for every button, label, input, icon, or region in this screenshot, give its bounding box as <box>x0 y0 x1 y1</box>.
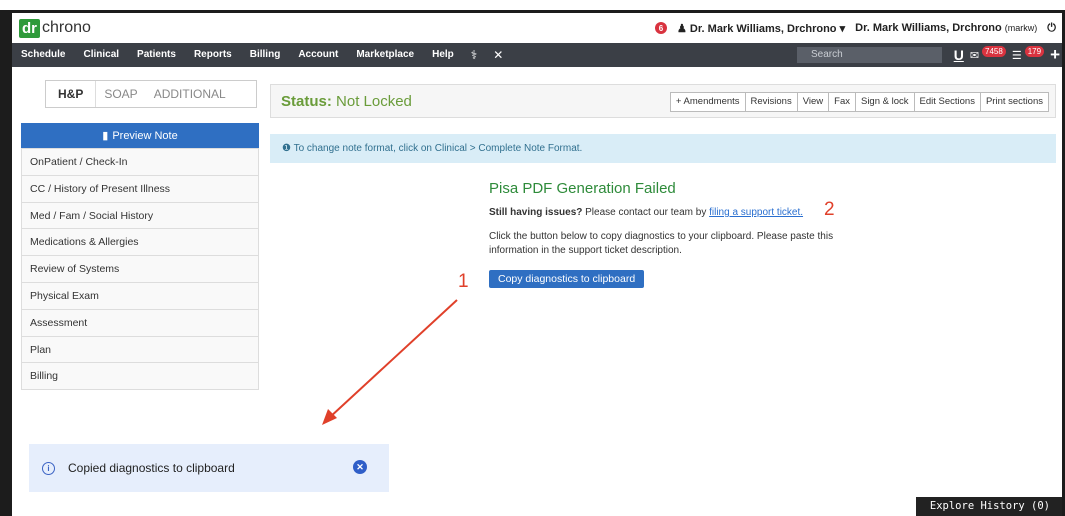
status-value: Not Locked <box>336 92 412 110</box>
nav-patients[interactable]: Patients <box>128 43 185 67</box>
section-item[interactable]: CC / History of Present Illness <box>22 174 258 202</box>
edit-sections-button[interactable]: Edit Sections <box>913 92 981 112</box>
support-text: Please contact our team by <box>582 207 710 218</box>
annotation-1: 1 <box>458 271 469 292</box>
logo-dr: dr <box>19 18 40 38</box>
note-actions: + Amendments Revisions View Fax Sign & l… <box>669 92 1049 112</box>
notification-badge[interactable]: 6 <box>654 22 667 34</box>
note-sidebar: H&P SOAP ADDITIONAL ▮ Preview Note OnPat… <box>21 80 259 391</box>
frame-left <box>0 10 12 516</box>
messages-icon[interactable]: ✉ <box>970 49 979 62</box>
section-item[interactable]: Plan <box>22 335 258 363</box>
explore-history-button[interactable]: Explore History (0) <box>916 497 1062 516</box>
info-icon: i <box>42 461 55 475</box>
section-item[interactable]: Medications & Allergies <box>22 228 258 256</box>
diagnostics-instructions: Click the button below to copy diagnosti… <box>489 231 834 256</box>
tab-soap[interactable]: SOAP <box>96 81 145 107</box>
user-menu[interactable]: ♟ Dr. Mark Williams, Drchrono ▾ <box>677 22 845 35</box>
support-ticket-link[interactable]: filing a support ticket. <box>709 207 803 218</box>
logo-chrono: chrono <box>42 19 91 36</box>
revisions-button[interactable]: Revisions <box>744 92 798 112</box>
drchrono-logo[interactable]: dr chrono <box>19 18 91 38</box>
section-item[interactable]: Assessment <box>22 308 258 336</box>
practice-name: Dr. Mark Williams, Drchrono <box>855 22 1002 34</box>
document-icon: ▮ <box>102 130 109 142</box>
info-icon: ❶ <box>282 143 291 154</box>
close-icon[interactable]: ✕ <box>353 460 367 474</box>
amendments-button[interactable]: + Amendments <box>669 92 746 112</box>
tab-hp[interactable]: H&P <box>46 81 97 107</box>
caduceus-icon[interactable]: ⚕ <box>463 48 486 62</box>
section-list: OnPatient / Check-In CC / History of Pre… <box>21 148 259 391</box>
section-item[interactable]: Billing <box>22 362 258 390</box>
user-name: Dr. Mark Williams, Drchrono <box>689 22 837 35</box>
section-item[interactable]: OnPatient / Check-In <box>22 148 258 175</box>
app-window: dr chrono 6 ♟ Dr. Mark Williams, Drchron… <box>12 13 1062 516</box>
updox-icon[interactable]: U <box>954 47 964 63</box>
close-icon[interactable]: ✕ <box>485 48 511 62</box>
fax-button[interactable]: Fax <box>828 92 856 112</box>
top-header: dr chrono 6 ♟ Dr. Mark Williams, Drchron… <box>12 13 1062 43</box>
screen-top <box>0 0 1065 10</box>
nav-reports[interactable]: Reports <box>185 43 241 67</box>
preview-note-label: Preview Note <box>112 129 178 142</box>
section-item[interactable]: Review of Systems <box>22 255 258 282</box>
power-icon[interactable]: ⏻ <box>1047 22 1056 35</box>
support-line: Still having issues? Please contact our … <box>489 207 869 218</box>
practice-switcher[interactable]: Dr. Mark Williams, Drchrono (markw) <box>855 22 1037 34</box>
nav-billing[interactable]: Billing <box>241 43 290 67</box>
preview-note-button[interactable]: ▮ Preview Note <box>21 123 259 148</box>
tasks-icon[interactable]: ☰ <box>1012 49 1022 62</box>
annotation-2: 2 <box>824 199 835 220</box>
section-item[interactable]: Med / Fam / Social History <box>22 201 258 229</box>
practice-username: (markw) <box>1004 23 1038 33</box>
nav-account[interactable]: Account <box>289 43 347 67</box>
main-nav: Schedule Clinical Patients Reports Billi… <box>12 43 1062 67</box>
info-alert: ❶ To change note format, click on Clinic… <box>270 134 1056 163</box>
search-input[interactable]: Search <box>797 47 942 63</box>
status-label: Status: Not Locked <box>281 93 412 110</box>
user-icon: ♟ <box>676 22 687 35</box>
info-text: To change note format, click on Clinical… <box>293 143 583 154</box>
error-panel: Pisa PDF Generation Failed Still having … <box>489 180 869 288</box>
toast-notification: i Copied diagnostics to clipboard ✕ <box>29 444 389 492</box>
nav-clinical[interactable]: Clinical <box>74 43 128 67</box>
sign-lock-button[interactable]: Sign & lock <box>854 92 915 112</box>
header-right: 6 ♟ Dr. Mark Williams, Drchrono ▾ Dr. Ma… <box>654 13 1056 43</box>
print-sections-button[interactable]: Print sections <box>979 92 1049 112</box>
chevron-down-icon: ▾ <box>839 22 846 35</box>
add-icon[interactable]: + <box>1050 45 1060 65</box>
nav-right: U ✉ 7458 ☰ 179 + <box>954 43 1060 67</box>
messages-badge: 7458 <box>982 45 1006 57</box>
nav-marketplace[interactable]: Marketplace <box>347 43 423 67</box>
nav-help[interactable]: Help <box>423 43 463 67</box>
note-status-bar: Status: Not Locked + Amendments Revision… <box>270 84 1056 118</box>
nav-schedule[interactable]: Schedule <box>12 43 74 67</box>
error-title: Pisa PDF Generation Failed <box>489 180 676 197</box>
section-item[interactable]: Physical Exam <box>22 281 258 309</box>
view-button[interactable]: View <box>796 92 830 112</box>
tasks-badge: 179 <box>1024 45 1045 57</box>
status-label-prefix: Status: <box>281 92 332 110</box>
note-tabs: H&P SOAP ADDITIONAL <box>45 80 257 108</box>
copy-diagnostics-button[interactable]: Copy diagnostics to clipboard <box>489 270 645 288</box>
tab-additional[interactable]: ADDITIONAL <box>146 81 234 107</box>
toast-text: Copied diagnostics to clipboard <box>68 461 235 475</box>
support-question: Still having issues? <box>489 207 583 218</box>
